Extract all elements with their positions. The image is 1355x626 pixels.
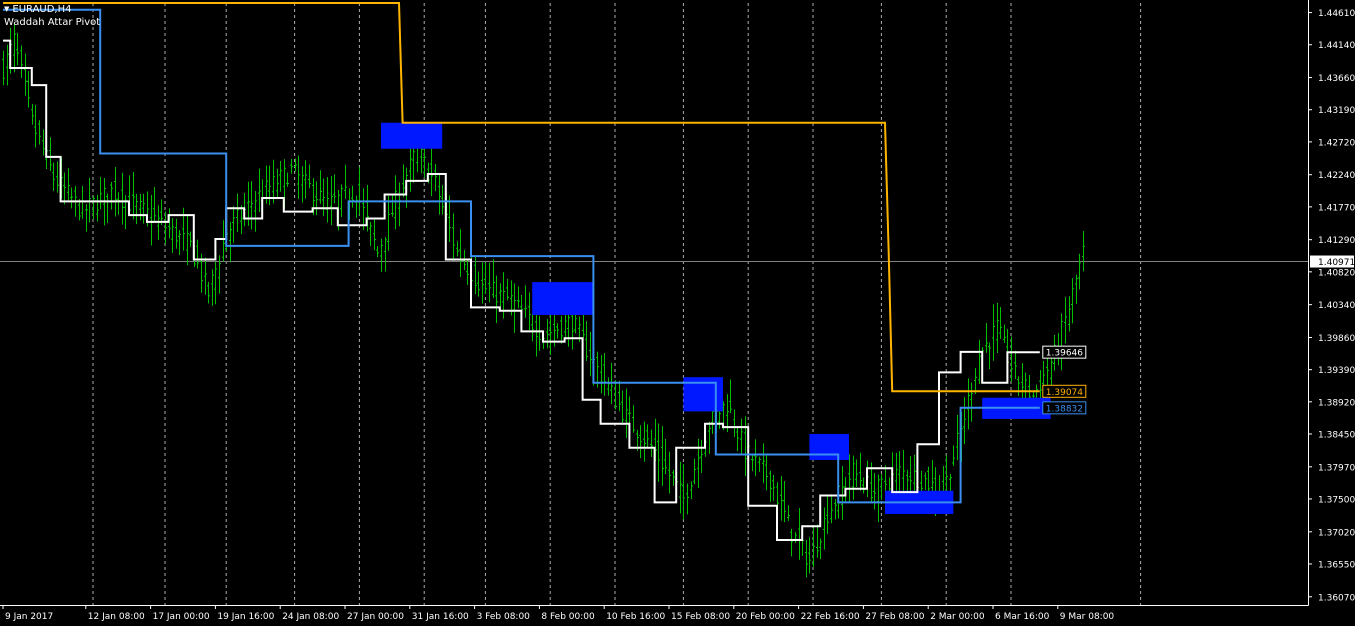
price-tick-label: 1.40340 [1318,301,1355,311]
time-tick-label: 8 Feb 00:00 [541,612,595,622]
price-tick-label: 1.37020 [1318,528,1355,538]
time-tick-label: 9 Mar 08:00 [1060,612,1115,622]
series-price-label: 1.38832 [1042,401,1087,415]
pivot-line-white [3,39,1040,541]
time-axis: 9 Jan 2017 12 Jan 08:00 17 Jan 00:00 19 Jan… [2,605,1115,622]
price-tick-label: 1.37970 [1318,463,1355,473]
price-tick-label: 1.43190 [1318,106,1355,116]
pivot-zone [809,433,849,460]
time-tick-label: 27 Jan 00:00 [347,612,404,622]
pivot-zone [381,122,443,149]
price-tick-label: 1.38450 [1318,430,1355,440]
time-tick-label: 12 Jan 08:00 [88,612,145,622]
price-labels: 1.39646 1.39074 1.38832 [1042,345,1087,415]
price-tick-label: 1.36070 [1318,593,1355,603]
time-tick-label: 20 Feb 00:00 [736,612,795,622]
time-tick-label: 17 Jan 00:00 [153,612,210,622]
price-tick-label: 1.38920 [1318,398,1355,408]
pivot-zone [532,282,594,315]
price-tick-label: 1.41770 [1318,203,1355,213]
price-tick-label: 1.41290 [1318,236,1355,246]
time-tick-label: 24 Jan 08:00 [282,612,339,622]
time-tick-label: 22 Feb 16:00 [801,612,860,622]
indicator-label[interactable]: Waddah Attar Pivot [4,16,100,29]
chart-window[interactable]: 1.44610 1.44140 1.43660 1.43190 1.42720 1.422… [0,0,1355,626]
current-price-value: 1.40971 [1318,258,1355,268]
symbol-label[interactable]: EURAUD,H4 [4,3,100,16]
time-tick-label: 2 Mar 00:00 [930,612,985,622]
price-tick-label: 1.44610 [1318,9,1355,19]
series-price-label-text: 1.39074 [1046,388,1083,398]
time-tick-label: 19 Jan 16:00 [217,612,274,622]
time-tick-label: 27 Feb 08:00 [865,612,924,622]
time-tick-label: 15 Feb 08:00 [671,612,730,622]
price-chart[interactable]: 1.44610 1.44140 1.43660 1.43190 1.42720 1.422… [0,0,1355,626]
price-tick-label: 1.36550 [1318,560,1355,570]
current-price-tag: 1.40971 [1310,255,1355,268]
pivot-line-orange [3,2,1040,393]
price-tick-label: 1.43660 [1318,74,1355,84]
chart-frame [0,0,1309,606]
price-tick-label: 1.40820 [1318,268,1355,278]
price-axis: 1.44610 1.44140 1.43660 1.43190 1.42720 1.422… [1308,9,1355,603]
chart-title-box: EURAUD,H4 Waddah Attar Pivot [4,3,100,29]
series-price-label-text: 1.38832 [1046,404,1083,414]
pivot-line-blue [3,8,1040,504]
series-price-label: 1.39074 [1042,384,1087,398]
time-tick-label: 10 Feb 16:00 [606,612,665,622]
price-tick-label: 1.42240 [1318,171,1355,181]
time-tick-label: 6 Mar 16:00 [995,612,1050,622]
time-tick-label: 31 Jan 16:00 [412,612,469,622]
time-tick-label: 9 Jan 2017 [5,612,53,622]
price-tick-label: 1.39860 [1318,334,1355,344]
grid-lines [0,3,1308,605]
price-tick-label: 1.37500 [1318,495,1355,505]
pivot-series [3,2,1040,541]
price-tick-label: 1.42720 [1318,138,1355,148]
price-tick-label: 1.44140 [1318,41,1355,51]
price-tick-label: 1.39390 [1318,366,1355,376]
series-price-label-text: 1.39646 [1046,349,1083,359]
time-tick-label: 3 Feb 08:00 [477,612,531,622]
series-price-label: 1.39646 [1042,345,1087,359]
